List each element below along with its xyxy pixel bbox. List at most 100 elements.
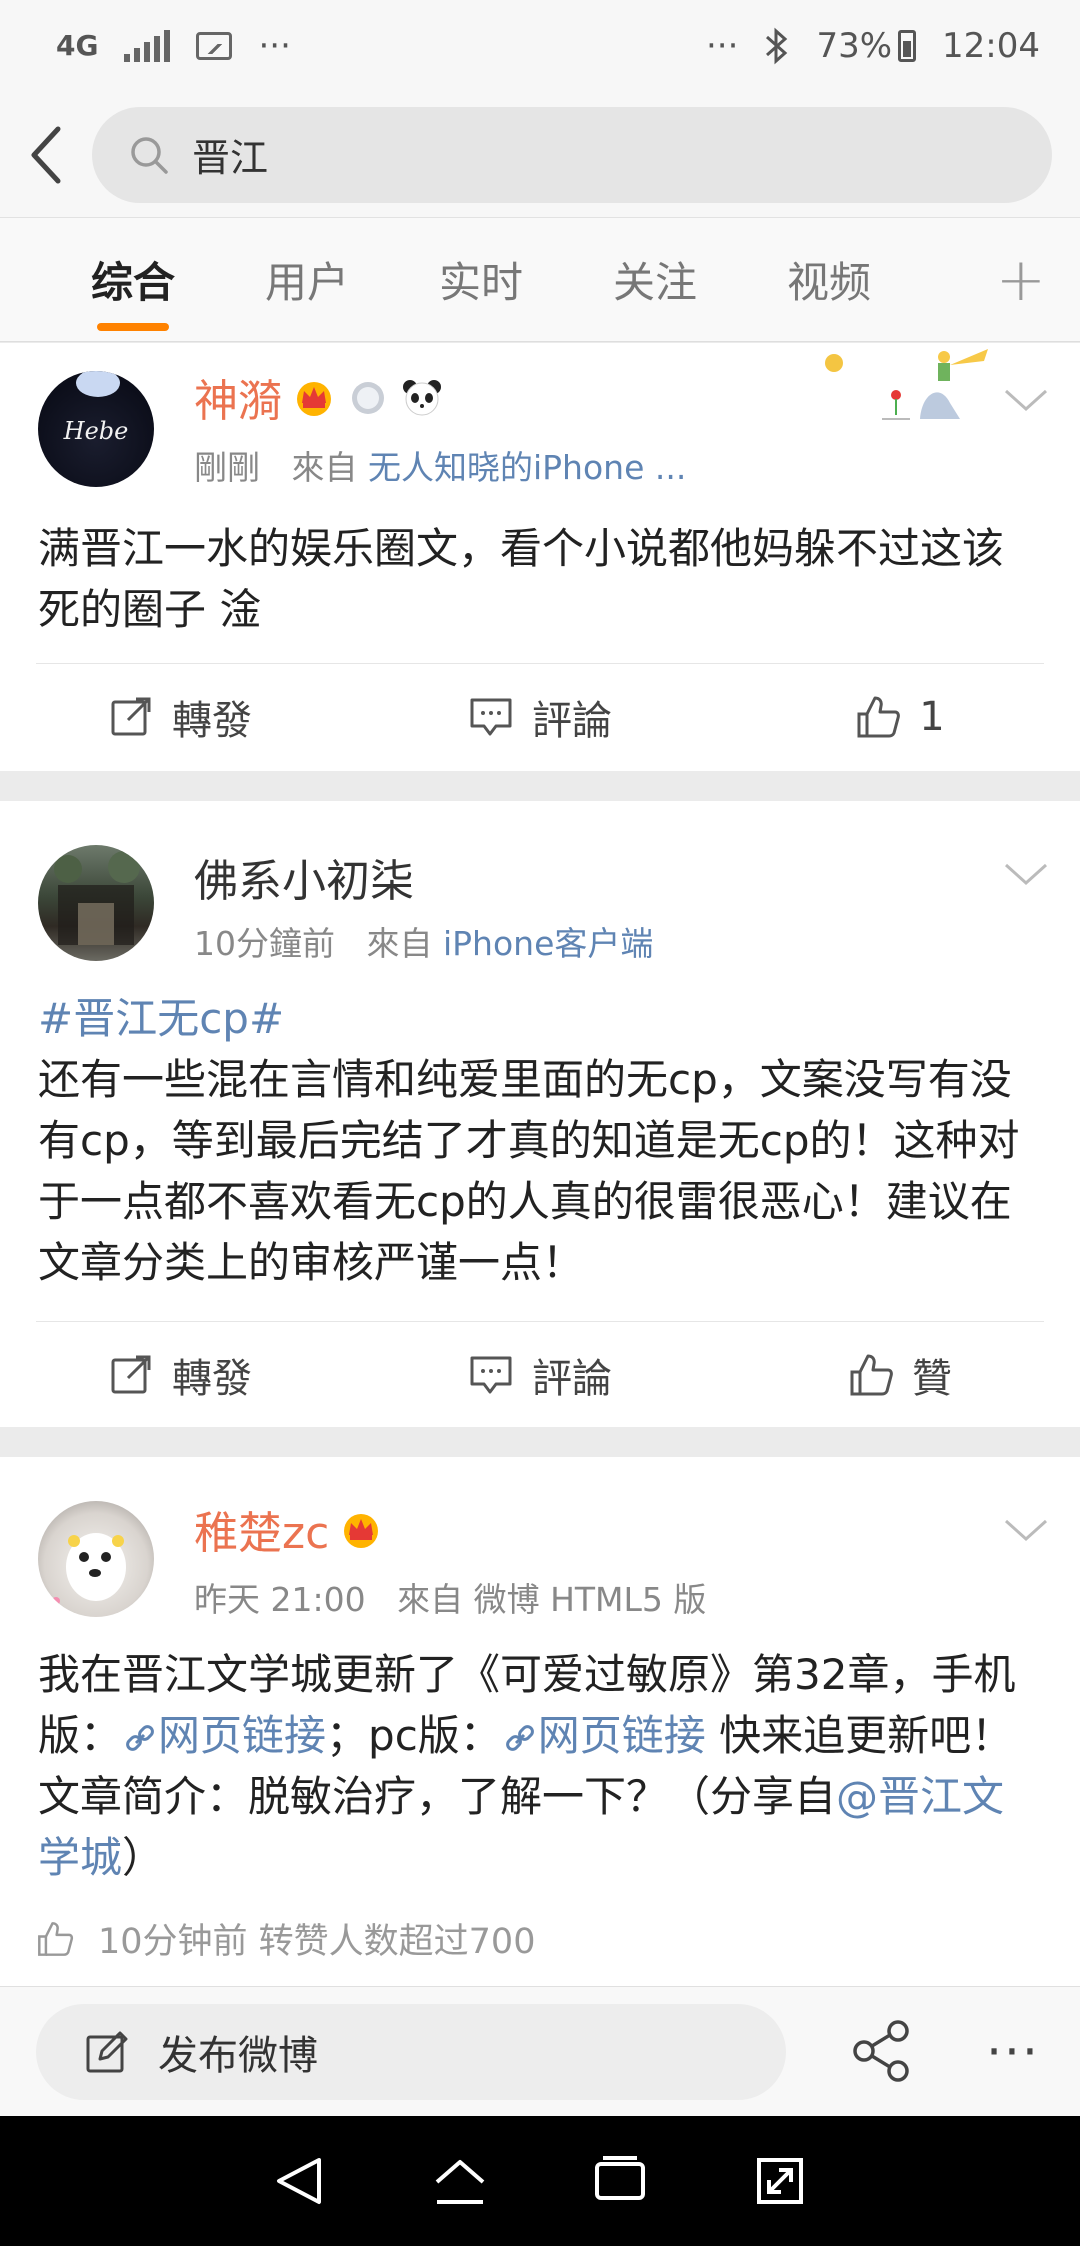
hashtag-link[interactable]: #晋江无cp# bbox=[38, 988, 1040, 1049]
repost-icon bbox=[111, 697, 151, 736]
signal-icon bbox=[124, 30, 171, 62]
repost-label: 轉發 bbox=[172, 698, 252, 744]
user-name[interactable]: 佛系小初柒 bbox=[194, 845, 414, 909]
post-card[interactable]: Hebe 神漪 剛剛 來自 无人知晓的iPhone ... 满晋江一水的娱乐圈文… bbox=[0, 343, 1080, 771]
nav-back-icon[interactable] bbox=[271, 2152, 329, 2210]
search-query: 晋江 bbox=[192, 136, 269, 180]
post-time: 10分鐘前 bbox=[194, 924, 335, 963]
search-input[interactable]: 晋江 bbox=[92, 106, 1052, 203]
repost-button[interactable]: 轉發 bbox=[0, 1321, 360, 1429]
image-notification-icon bbox=[196, 32, 233, 60]
repost-button[interactable]: 轉發 bbox=[0, 663, 360, 771]
from-label: 來自 bbox=[291, 448, 358, 487]
thumbs-up-icon bbox=[857, 696, 901, 738]
battery-status: 73% bbox=[816, 26, 917, 66]
search-icon bbox=[131, 136, 168, 174]
filter-tabs: 综合 用户 实时 关注 视频 + bbox=[0, 217, 1080, 342]
avatar[interactable] bbox=[38, 845, 154, 961]
comment-icon bbox=[470, 698, 512, 736]
post-source[interactable]: 无人知晓的iPhone ... bbox=[368, 448, 686, 487]
post-body: #晋江无cp# 还有一些混在言情和纯爱里面的无cp，文案没写有没有cp，等到最后… bbox=[38, 988, 1040, 1293]
tab-comprehensive[interactable]: 综合 bbox=[46, 218, 220, 341]
battery-icon bbox=[898, 30, 917, 62]
battery-percent: 73% bbox=[816, 26, 893, 66]
post-text-part: ；pc版： bbox=[326, 1711, 502, 1760]
post-card[interactable]: 稚楚zc 昨天 21:00 來自 微博 HTML5 版 我在晋江文学城更新了《可… bbox=[0, 1457, 1080, 1986]
status-bar: 4G ··· ··· 73% 12:04 bbox=[0, 0, 1080, 92]
nav-recents-icon[interactable] bbox=[591, 2152, 649, 2210]
tab-realtime[interactable]: 实时 bbox=[394, 218, 568, 341]
avatar[interactable] bbox=[38, 1501, 154, 1617]
avatar-photo-icon bbox=[54, 851, 140, 945]
comment-icon bbox=[470, 1356, 512, 1394]
back-button[interactable] bbox=[0, 92, 92, 217]
vip-crown-icon bbox=[297, 382, 331, 416]
tab-following[interactable]: 关注 bbox=[568, 218, 742, 341]
avatar[interactable]: Hebe bbox=[38, 371, 154, 487]
web-link[interactable]: 网页链接 bbox=[502, 1711, 706, 1760]
post-text: 我在晋江文学城更新了《可爱过敏原》第32章，手机版： 网页链接；pc版： 网页链接 … bbox=[38, 1644, 1040, 1888]
user-name-row: 佛系小初柒 bbox=[194, 845, 414, 909]
link-icon bbox=[505, 1725, 534, 1751]
link-label: 网页链接 bbox=[537, 1711, 706, 1760]
footer-text: 10分钟前 转赞人数超过700 bbox=[98, 1922, 536, 1962]
edit-icon bbox=[86, 2031, 128, 2072]
post-actions: 轉發 評論 1 bbox=[0, 663, 1080, 771]
clock: 12:04 bbox=[942, 26, 1040, 66]
user-name[interactable]: 神漪 bbox=[194, 365, 282, 429]
chevron-down-icon[interactable] bbox=[1002, 1515, 1050, 1545]
more-options-button[interactable]: ··· bbox=[978, 2017, 1048, 2087]
share-icon[interactable] bbox=[852, 2019, 912, 2083]
tab-users[interactable]: 用户 bbox=[220, 218, 394, 341]
post-text: 还有一些混在言情和纯爱里面的无cp，文案没写有没有cp，等到最后完结了才真的知道… bbox=[38, 1055, 1020, 1287]
link-icon bbox=[126, 1725, 154, 1751]
post-meta: 昨天 21:00 來自 微博 HTML5 版 bbox=[194, 1573, 706, 1621]
user-name[interactable]: 稚楚zc bbox=[194, 1497, 329, 1561]
post-time: 剛剛 bbox=[194, 448, 260, 487]
comment-label: 評論 bbox=[532, 1356, 612, 1402]
add-tab-button[interactable]: + bbox=[996, 218, 1046, 341]
bluetooth-icon bbox=[766, 27, 788, 65]
repost-icon bbox=[111, 1355, 151, 1394]
post-header: 稚楚zc 昨天 21:00 來自 微博 HTML5 版 bbox=[0, 1457, 1080, 1619]
from-label: 來自 bbox=[366, 924, 433, 963]
post-source[interactable]: iPhone客户端 bbox=[443, 924, 653, 963]
repost-label: 轉發 bbox=[172, 1356, 252, 1402]
from-label: 來自 bbox=[397, 1580, 464, 1619]
avatar-dog-icon bbox=[52, 1533, 126, 1605]
system-navigation-bar bbox=[0, 2116, 1080, 2246]
thumbs-up-icon bbox=[850, 1354, 893, 1396]
post-time: 昨天 21:00 bbox=[194, 1580, 366, 1619]
compose-label: 发布微博 bbox=[158, 2032, 318, 2079]
compose-bar: 发布微博 ··· bbox=[0, 1986, 1080, 2116]
tab-video[interactable]: 视频 bbox=[742, 218, 916, 341]
compose-button[interactable]: 发布微博 bbox=[36, 2003, 786, 2100]
link-label: 网页链接 bbox=[158, 1711, 327, 1760]
status-right: ··· 73% 12:04 bbox=[706, 26, 1040, 66]
chevron-down-icon[interactable] bbox=[1002, 859, 1050, 889]
svg-text:Hebe: Hebe bbox=[63, 417, 129, 445]
post-actions: 轉發 評論 贊 bbox=[0, 1321, 1080, 1429]
thumbs-up-icon bbox=[38, 1921, 74, 1956]
comment-button[interactable]: 評論 bbox=[360, 663, 720, 771]
status-left: 4G ··· bbox=[56, 26, 291, 66]
network-type: 4G bbox=[56, 29, 99, 62]
like-count: 1 bbox=[919, 694, 945, 740]
web-link[interactable]: 网页链接 bbox=[122, 1711, 326, 1760]
user-name-row: 稚楚zc bbox=[194, 1497, 383, 1561]
post-meta: 剛剛 來自 无人知晓的iPhone ... bbox=[194, 441, 686, 489]
nav-home-icon[interactable] bbox=[431, 2152, 489, 2210]
chevron-down-icon[interactable] bbox=[1002, 385, 1050, 415]
comment-label: 評論 bbox=[532, 698, 612, 744]
like-button[interactable]: 贊 bbox=[720, 1321, 1080, 1429]
post-header: 佛系小初柒 10分鐘前 來自 iPhone客户端 bbox=[0, 801, 1080, 963]
post-card[interactable]: 佛系小初柒 10分鐘前 來自 iPhone客户端 #晋江无cp# 还有一些混在言… bbox=[0, 801, 1080, 1427]
back-arrow-icon bbox=[31, 126, 61, 183]
vip-crown-icon bbox=[344, 1514, 379, 1548]
comment-button[interactable]: 評論 bbox=[360, 1321, 720, 1429]
nav-expand-icon[interactable] bbox=[751, 2152, 809, 2210]
like-button[interactable]: 1 bbox=[720, 663, 1080, 771]
more-status: ··· bbox=[706, 26, 739, 66]
post-meta: 10分鐘前 來自 iPhone客户端 bbox=[194, 917, 653, 965]
post-source[interactable]: 微博 HTML5 版 bbox=[474, 1580, 707, 1619]
